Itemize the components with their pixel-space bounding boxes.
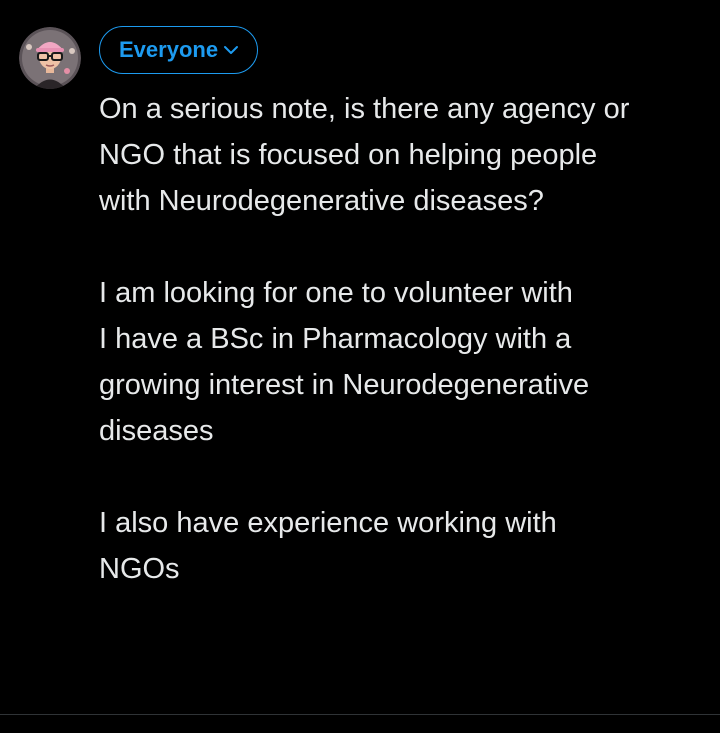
user-avatar-icon [19,27,81,89]
audience-label: Everyone [119,37,219,62]
divider [0,714,720,715]
audience-selector-button[interactable]: Everyone [99,26,258,74]
post-composer: Everyone On a serious note, is there any… [0,0,720,733]
post-text[interactable]: On a serious note, is there any agency o… [99,86,709,592]
avatar[interactable] [19,27,81,89]
chevron-down-icon [224,46,239,54]
